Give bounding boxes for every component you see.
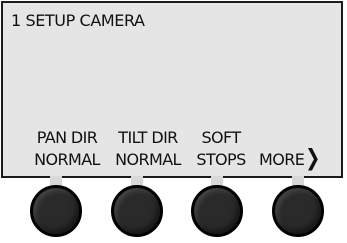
screen-title: 1 SETUP CAMERA bbox=[11, 11, 145, 30]
soft-stops-knob[interactable] bbox=[191, 185, 243, 237]
softkey-label-line: STOPS bbox=[196, 150, 246, 169]
tilt-dir-knob[interactable] bbox=[111, 185, 163, 237]
more-knob[interactable] bbox=[272, 185, 324, 237]
softkey-label-line: SOFT bbox=[201, 128, 241, 147]
softkey-label-line: NORMAL bbox=[115, 150, 181, 169]
pan-dir-knob[interactable] bbox=[30, 185, 82, 237]
softkey-label-soft-stops: SOFT STOPS bbox=[189, 127, 253, 171]
softkey-label-line: PAN DIR bbox=[36, 128, 98, 147]
softkey-label-line: TILT DIR bbox=[118, 128, 178, 147]
softkey-label-line: MORE bbox=[259, 150, 305, 169]
softkey-label-pan-dir: PAN DIR NORMAL bbox=[27, 127, 107, 171]
softkey-label-tilt-dir: TILT DIR NORMAL bbox=[108, 127, 188, 171]
softkey-label-line: NORMAL bbox=[34, 150, 100, 169]
softkey-label-more: MORE❯ bbox=[259, 145, 335, 171]
chevron-right-icon: ❯ bbox=[305, 145, 320, 172]
lcd-screen: 1 SETUP CAMERA PAN DIR NORMAL TILT DIR N… bbox=[1, 1, 343, 178]
